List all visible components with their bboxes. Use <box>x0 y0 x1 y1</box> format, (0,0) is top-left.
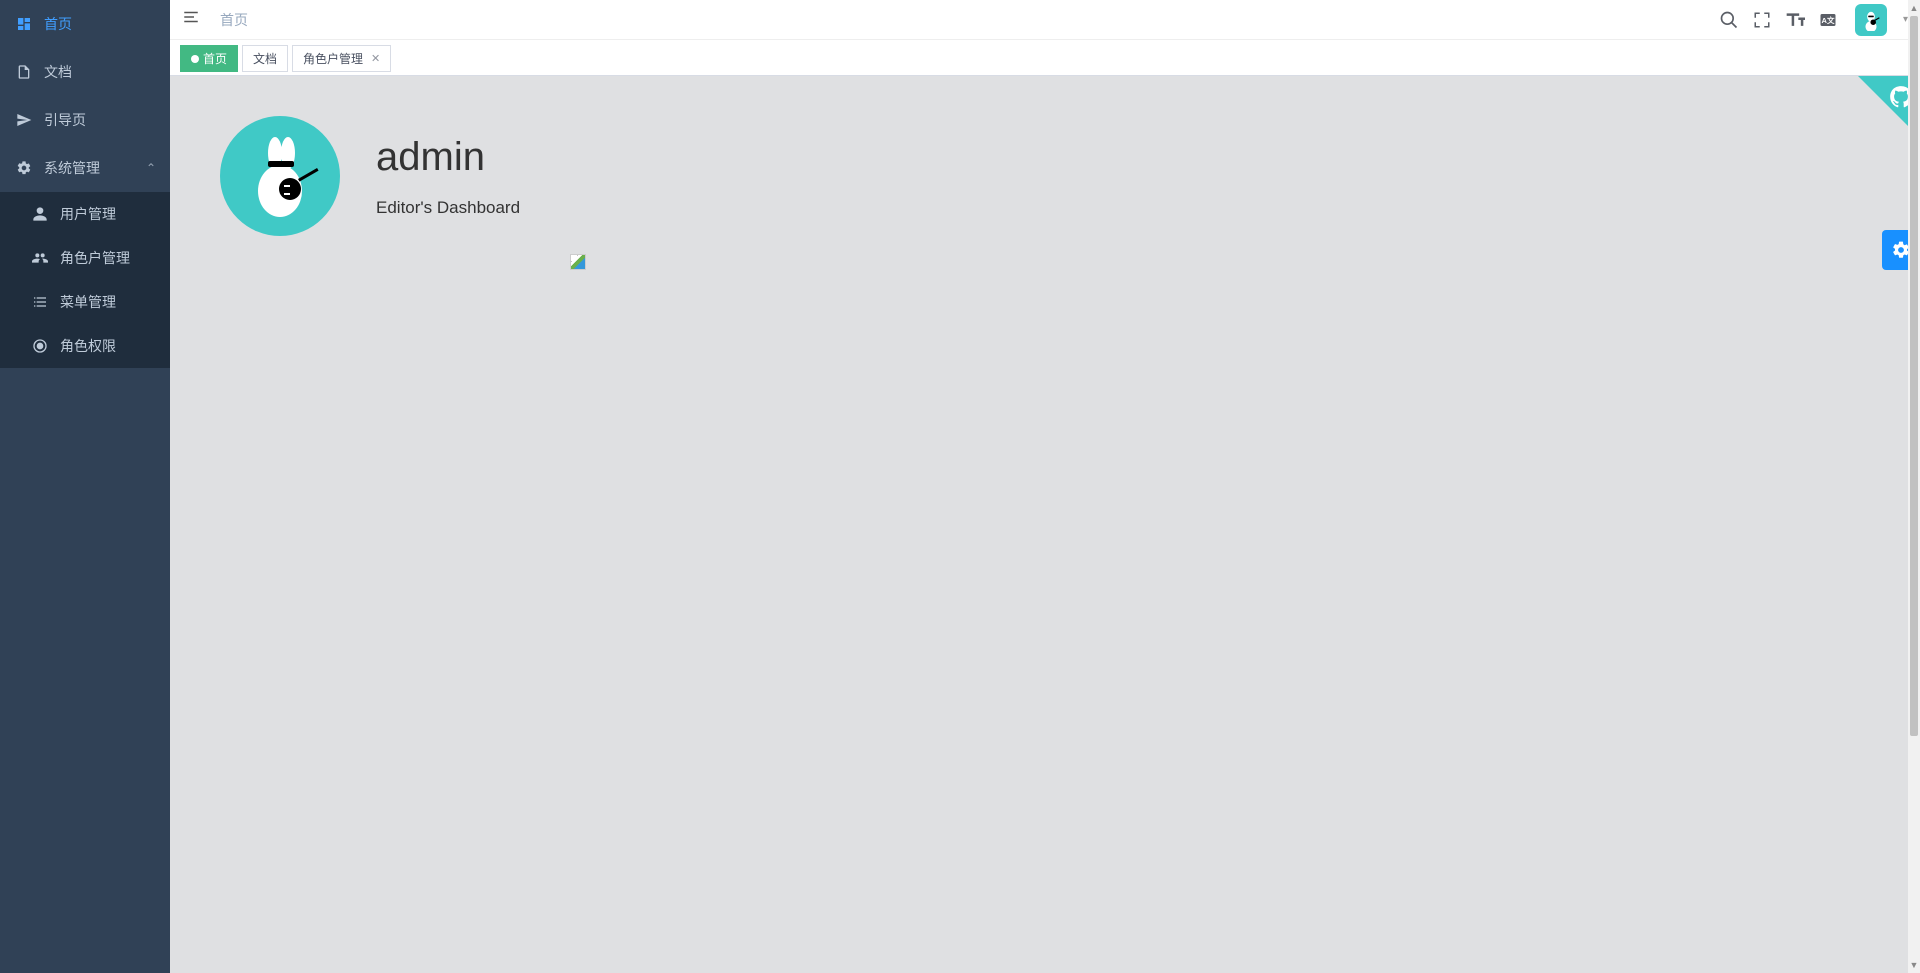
tab-home[interactable]: 首页 <box>180 45 238 72</box>
sidebar-subitem-label: 角色权限 <box>60 336 116 356</box>
tab-active-dot <box>191 55 199 63</box>
tab-label: 首页 <box>203 50 227 67</box>
topbar-left: 首页 <box>182 8 248 31</box>
dashboard-icon <box>16 16 32 32</box>
svg-text:A文: A文 <box>1822 15 1835 25</box>
close-icon[interactable]: ✕ <box>371 52 380 65</box>
tab-label: 角色户管理 <box>303 50 363 67</box>
scrollbar-thumb[interactable] <box>1910 16 1918 736</box>
sidebar-subitem-label: 菜单管理 <box>60 292 116 312</box>
main-panel: 首页 A文 <box>170 0 1920 973</box>
sidebar-subitem-menu[interactable]: 菜单管理 <box>0 280 170 324</box>
sidebar: 首页 文档 引导页 系统管理 ⌃ 用户管理 角色户管理 菜单管理 <box>0 0 170 973</box>
tab-label: 文档 <box>253 50 277 67</box>
scroll-down-arrow[interactable]: ▼ <box>1908 957 1920 973</box>
target-icon <box>32 338 48 354</box>
breadcrumb: 首页 <box>220 10 248 30</box>
sidebar-item-label: 系统管理 <box>44 158 100 178</box>
profile-name: admin <box>376 135 520 180</box>
sidebar-item-label: 首页 <box>44 14 72 34</box>
scroll-up-arrow[interactable]: ▲ <box>1908 0 1920 16</box>
sidebar-subitem-label: 角色户管理 <box>60 248 130 268</box>
users-icon <box>32 250 48 266</box>
sidebar-item-docs[interactable]: 文档 <box>0 48 170 96</box>
sidebar-subitem-users[interactable]: 用户管理 <box>0 192 170 236</box>
content-area: admin Editor's Dashboard <box>170 76 1920 973</box>
search-icon[interactable] <box>1719 10 1739 30</box>
send-icon <box>16 112 32 128</box>
profile-subtitle: Editor's Dashboard <box>376 198 520 218</box>
sidebar-item-label: 文档 <box>44 62 72 82</box>
avatar[interactable] <box>1855 4 1887 36</box>
hamburger-icon[interactable] <box>182 8 200 31</box>
tab-roles[interactable]: 角色户管理 ✕ <box>292 45 391 72</box>
fullscreen-icon[interactable] <box>1753 11 1771 29</box>
profile-header: admin Editor's Dashboard <box>170 76 1920 246</box>
sidebar-item-label: 引导页 <box>44 110 86 130</box>
sidebar-subitem-roles[interactable]: 角色户管理 <box>0 236 170 280</box>
sidebar-item-system[interactable]: 系统管理 ⌃ <box>0 144 170 192</box>
user-icon <box>32 206 48 222</box>
sidebar-subitem-permission[interactable]: 角色权限 <box>0 324 170 368</box>
profile-text: admin Editor's Dashboard <box>376 135 520 218</box>
gear-icon <box>16 160 32 176</box>
scrollbar-track[interactable]: ▲ ▼ <box>1908 0 1920 973</box>
language-icon[interactable]: A文 <box>1819 11 1837 29</box>
topbar: 首页 A文 <box>170 0 1920 40</box>
font-size-icon[interactable] <box>1785 10 1805 30</box>
topbar-right: A文 ▾ <box>1719 4 1908 36</box>
list-icon <box>32 294 48 310</box>
sidebar-subitem-label: 用户管理 <box>60 204 116 224</box>
broken-image-icon <box>570 254 586 270</box>
sidebar-item-home[interactable]: 首页 <box>0 0 170 48</box>
tab-row: 首页 文档 角色户管理 ✕ <box>170 40 1920 76</box>
chevron-down-icon: ⌃ <box>146 161 156 175</box>
sidebar-item-guide[interactable]: 引导页 <box>0 96 170 144</box>
profile-avatar <box>220 116 340 236</box>
tab-docs[interactable]: 文档 <box>242 45 288 72</box>
document-icon <box>16 64 32 80</box>
